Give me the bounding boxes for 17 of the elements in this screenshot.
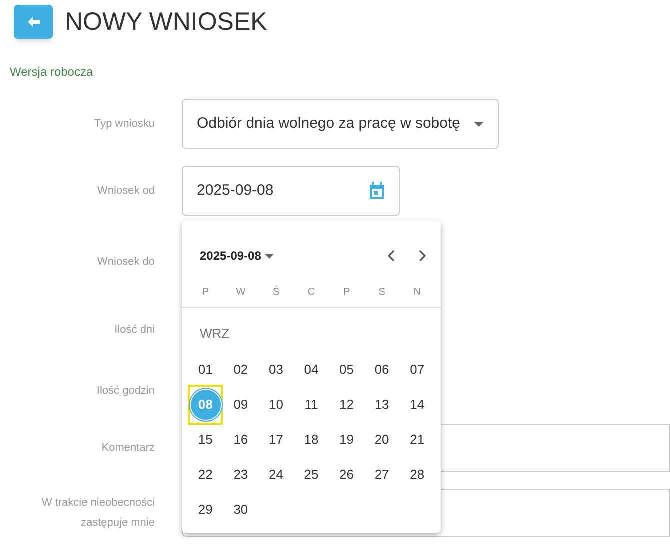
weekday-label: W (236, 286, 246, 300)
page-title: NOWY WNIOSEK (65, 10, 268, 34)
field-label: Wniosek od (96, 184, 155, 199)
weekday-label: N (414, 286, 421, 300)
weekday-label: Ś (272, 285, 280, 300)
field-label: Typ wniosku (93, 117, 155, 132)
weekday-label: S (378, 286, 386, 300)
weekday-label: P (343, 286, 350, 300)
field-label: Wniosek do (96, 255, 155, 270)
field-label: W trakcie nieobecności zastępuje mnie (40, 496, 155, 531)
weekday-label: C (308, 286, 316, 300)
weekday-label: P (202, 286, 209, 300)
field-label: Ilość godzin (96, 384, 155, 399)
field-label: Ilość dni (114, 323, 155, 338)
field-label: Komentarz (100, 441, 155, 456)
status-text: Wersja robocza (10, 64, 94, 81)
month-label: WRZ (200, 325, 231, 343)
